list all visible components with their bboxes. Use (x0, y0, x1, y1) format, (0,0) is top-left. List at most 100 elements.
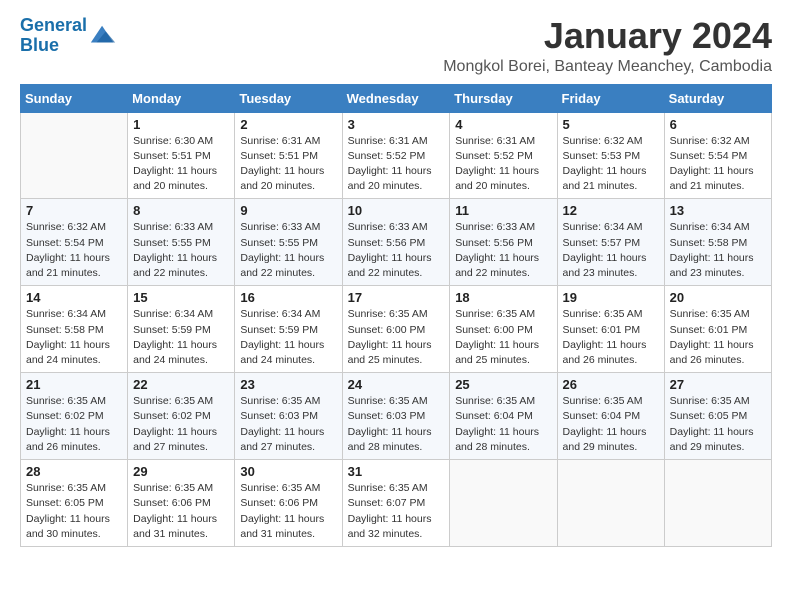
day-info: Sunrise: 6:35 AM Sunset: 6:04 PM Dayligh… (563, 394, 659, 455)
day-number: 30 (240, 464, 336, 479)
calendar-cell: 5 Sunrise: 6:32 AM Sunset: 5:53 PM Daylig… (557, 112, 664, 199)
day-number: 9 (240, 203, 336, 218)
calendar-cell: 29 Sunrise: 6:35 AM Sunset: 6:06 PM Dayli… (128, 460, 235, 547)
calendar-week-row: 1Sunrise: 6:30 AM Sunset: 5:51 PM Daylig… (21, 112, 772, 199)
weekday-header-wednesday: Wednesday (342, 84, 450, 112)
calendar-cell: 15 Sunrise: 6:34 AM Sunset: 5:59 PM Dayli… (128, 286, 235, 373)
calendar-cell (21, 112, 128, 199)
calendar-table: SundayMondayTuesdayWednesdayThursdayFrid… (20, 84, 772, 547)
day-number: 15 (133, 290, 229, 305)
calendar-week-row: 14 Sunrise: 6:34 AM Sunset: 5:58 PM Dayli… (21, 286, 772, 373)
calendar-week-row: 7 Sunrise: 6:32 AM Sunset: 5:54 PM Daylig… (21, 199, 772, 286)
day-info: Sunrise: 6:35 AM Sunset: 6:01 PM Dayligh… (670, 307, 766, 368)
calendar-cell: 4 Sunrise: 6:31 AM Sunset: 5:52 PM Daylig… (450, 112, 557, 199)
day-number: 4 (455, 117, 551, 132)
day-info: Sunrise: 6:35 AM Sunset: 6:06 PM Dayligh… (240, 481, 336, 542)
day-info: Sunrise: 6:35 AM Sunset: 6:07 PM Dayligh… (348, 481, 445, 542)
day-number: 10 (348, 203, 445, 218)
logo-text: General Blue (20, 16, 87, 56)
calendar-cell: 31 Sunrise: 6:35 AM Sunset: 6:07 PM Dayli… (342, 460, 450, 547)
calendar-cell: 16Sunrise: 6:34 AM Sunset: 5:59 PM Dayli… (235, 286, 342, 373)
day-number: 28 (26, 464, 122, 479)
day-number: 7 (26, 203, 122, 218)
calendar-cell: 17 Sunrise: 6:35 AM Sunset: 6:00 PM Dayli… (342, 286, 450, 373)
day-info: Sunrise: 6:35 AM Sunset: 6:00 PM Dayligh… (348, 307, 445, 368)
calendar-cell: 24 Sunrise: 6:35 AM Sunset: 6:03 PM Dayli… (342, 373, 450, 460)
calendar-cell: 27 Sunrise: 6:35 AM Sunset: 6:05 PM Dayli… (664, 373, 771, 460)
day-info: Sunrise: 6:34 AM Sunset: 5:58 PM Dayligh… (670, 220, 766, 281)
day-info: Sunrise: 6:33 AM Sunset: 5:56 PM Dayligh… (455, 220, 551, 281)
day-number: 11 (455, 203, 551, 218)
day-number: 22 (133, 377, 229, 392)
calendar-cell: 30 Sunrise: 6:35 AM Sunset: 6:06 PM Dayli… (235, 460, 342, 547)
day-info: Sunrise: 6:32 AM Sunset: 5:54 PM Dayligh… (670, 134, 766, 195)
weekday-header-tuesday: Tuesday (235, 84, 342, 112)
day-info: Sunrise: 6:35 AM Sunset: 6:02 PM Dayligh… (26, 394, 122, 455)
day-number: 20 (670, 290, 766, 305)
day-number: 6 (670, 117, 766, 132)
day-number: 8 (133, 203, 229, 218)
calendar-cell: 25 Sunrise: 6:35 AM Sunset: 6:04 PM Dayli… (450, 373, 557, 460)
day-number: 2 (240, 117, 336, 132)
day-info: Sunrise: 6:34 AM Sunset: 5:57 PM Dayligh… (563, 220, 659, 281)
calendar-cell: 21 Sunrise: 6:35 AM Sunset: 6:02 PM Dayli… (21, 373, 128, 460)
day-info: Sunrise: 6:35 AM Sunset: 6:05 PM Dayligh… (26, 481, 122, 542)
calendar-cell (557, 460, 664, 547)
day-number: 29 (133, 464, 229, 479)
day-info: Sunrise: 6:35 AM Sunset: 6:03 PM Dayligh… (240, 394, 336, 455)
day-info: Sunrise: 6:35 AM Sunset: 6:02 PM Dayligh… (133, 394, 229, 455)
day-number: 26 (563, 377, 659, 392)
calendar-cell: 14 Sunrise: 6:34 AM Sunset: 5:58 PM Dayli… (21, 286, 128, 373)
logo: General Blue (20, 16, 117, 56)
day-number: 18 (455, 290, 551, 305)
day-number: 1 (133, 117, 229, 132)
day-info: Sunrise: 6:33 AM Sunset: 5:55 PM Dayligh… (240, 220, 336, 281)
day-number: 24 (348, 377, 445, 392)
calendar-cell: 22 Sunrise: 6:35 AM Sunset: 6:02 PM Dayli… (128, 373, 235, 460)
day-number: 13 (670, 203, 766, 218)
logo-icon (89, 22, 117, 50)
calendar-cell: 23 Sunrise: 6:35 AM Sunset: 6:03 PM Dayli… (235, 373, 342, 460)
day-info: Sunrise: 6:35 AM Sunset: 6:00 PM Dayligh… (455, 307, 551, 368)
day-number: 25 (455, 377, 551, 392)
day-info: Sunrise: 6:35 AM Sunset: 6:06 PM Dayligh… (133, 481, 229, 542)
day-number: 17 (348, 290, 445, 305)
day-info: Sunrise: 6:32 AM Sunset: 5:53 PM Dayligh… (563, 134, 659, 195)
calendar-cell: 28 Sunrise: 6:35 AM Sunset: 6:05 PM Dayli… (21, 460, 128, 547)
day-info: Sunrise: 6:33 AM Sunset: 5:55 PM Dayligh… (133, 220, 229, 281)
calendar-cell (450, 460, 557, 547)
day-number: 21 (26, 377, 122, 392)
weekday-header-monday: Monday (128, 84, 235, 112)
day-number: 31 (348, 464, 445, 479)
month-title: January 2024 (443, 16, 772, 56)
day-number: 23 (240, 377, 336, 392)
calendar-cell: 26 Sunrise: 6:35 AM Sunset: 6:04 PM Dayli… (557, 373, 664, 460)
calendar-cell: 18 Sunrise: 6:35 AM Sunset: 6:00 PM Dayli… (450, 286, 557, 373)
calendar-cell: 19Sunrise: 6:35 AM Sunset: 6:01 PM Dayli… (557, 286, 664, 373)
day-number: 14 (26, 290, 122, 305)
day-info: Sunrise: 6:33 AM Sunset: 5:56 PM Dayligh… (348, 220, 445, 281)
page-header: General Blue January 2024 Mongkol Borei,… (20, 16, 772, 76)
day-number: 3 (348, 117, 445, 132)
day-info: Sunrise: 6:31 AM Sunset: 5:52 PM Dayligh… (455, 134, 551, 195)
day-info: Sunrise: 6:35 AM Sunset: 6:04 PM Dayligh… (455, 394, 551, 455)
day-number: 5 (563, 117, 659, 132)
calendar-header-row: SundayMondayTuesdayWednesdayThursdayFrid… (21, 84, 772, 112)
calendar-cell: 2 Sunrise: 6:31 AM Sunset: 5:51 PM Daylig… (235, 112, 342, 199)
calendar-cell: 11 Sunrise: 6:33 AM Sunset: 5:56 PM Dayli… (450, 199, 557, 286)
calendar-cell (664, 460, 771, 547)
day-info: Sunrise: 6:35 AM Sunset: 6:03 PM Dayligh… (348, 394, 445, 455)
calendar-cell: 1Sunrise: 6:30 AM Sunset: 5:51 PM Daylig… (128, 112, 235, 199)
day-number: 12 (563, 203, 659, 218)
day-info: Sunrise: 6:34 AM Sunset: 5:58 PM Dayligh… (26, 307, 122, 368)
day-info: Sunrise: 6:31 AM Sunset: 5:51 PM Dayligh… (240, 134, 336, 195)
weekday-header-saturday: Saturday (664, 84, 771, 112)
calendar-cell: 10 Sunrise: 6:33 AM Sunset: 5:56 PM Dayli… (342, 199, 450, 286)
day-info: Sunrise: 6:32 AM Sunset: 5:54 PM Dayligh… (26, 220, 122, 281)
day-number: 27 (670, 377, 766, 392)
day-info: Sunrise: 6:34 AM Sunset: 5:59 PM Dayligh… (133, 307, 229, 368)
weekday-header-thursday: Thursday (450, 84, 557, 112)
calendar-cell: 13 Sunrise: 6:34 AM Sunset: 5:58 PM Dayli… (664, 199, 771, 286)
weekday-header-sunday: Sunday (21, 84, 128, 112)
day-info: Sunrise: 6:35 AM Sunset: 6:05 PM Dayligh… (670, 394, 766, 455)
